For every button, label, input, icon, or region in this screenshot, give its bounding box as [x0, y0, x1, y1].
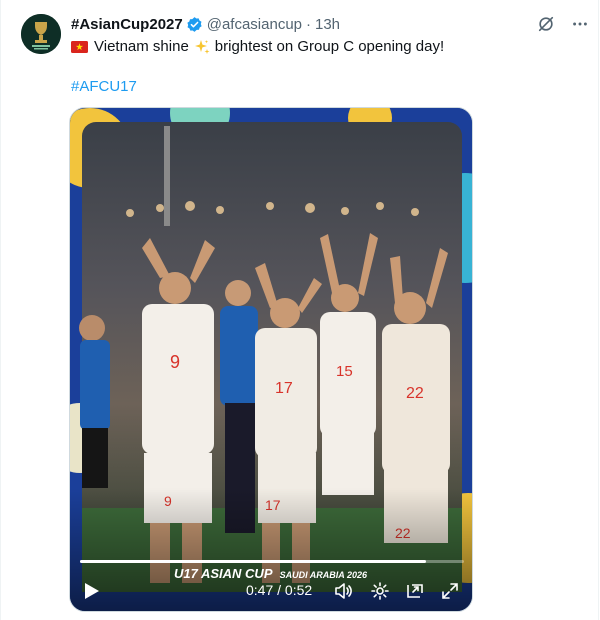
- tweet-text-part: Vietnam shine: [94, 38, 189, 55]
- afc-logo-icon: [21, 14, 61, 54]
- video-scrubber[interactable]: [80, 560, 464, 563]
- svg-text:9: 9: [170, 352, 180, 372]
- svg-text:17: 17: [275, 380, 293, 397]
- tweet-text: Vietnam shine brightest on Group C openi…: [71, 37, 444, 57]
- video-controls: 0:47 / 0:52: [70, 574, 472, 608]
- volume-icon[interactable]: [333, 581, 353, 601]
- current-time: 0:47: [246, 582, 274, 598]
- settings-icon[interactable]: [370, 581, 390, 601]
- svg-text:15: 15: [336, 363, 353, 380]
- video-frame: 9 9 17 17: [70, 108, 472, 611]
- play-icon[interactable]: [84, 582, 100, 600]
- more-icon: [573, 22, 587, 26]
- more-button[interactable]: [570, 14, 590, 34]
- tweet-actions: [536, 14, 590, 34]
- timestamp[interactable]: 13h: [315, 16, 340, 33]
- display-name[interactable]: #AsianCup2027: [71, 16, 183, 33]
- fullscreen-icon[interactable]: [440, 581, 460, 601]
- sparkles-icon: [194, 40, 210, 54]
- hashtag-link[interactable]: #AFCU17: [71, 77, 137, 97]
- grok-icon: [538, 16, 554, 32]
- tweet[interactable]: #AsianCup2027 @afcasiancup · 13h Vietnam…: [0, 0, 600, 620]
- verified-badge-icon: [187, 16, 202, 32]
- avatar[interactable]: [21, 14, 61, 54]
- separator-dot: ·: [306, 15, 311, 33]
- grok-button[interactable]: [536, 14, 556, 34]
- picture-in-picture-icon[interactable]: [405, 581, 425, 601]
- time-separator: /: [273, 582, 285, 598]
- tweet-header: #AsianCup2027 @afcasiancup · 13h: [71, 14, 340, 34]
- video-progress: [80, 560, 426, 563]
- divider: [0, 0, 1, 620]
- duration: 0:52: [284, 582, 313, 598]
- vietnam-flag-icon: [71, 41, 88, 53]
- svg-text:22: 22: [406, 385, 424, 402]
- video-player[interactable]: 9 9 17 17: [69, 107, 473, 612]
- video-timecode: 0:47 / 0:52: [246, 582, 312, 598]
- handle[interactable]: @afcasiancup: [207, 16, 302, 33]
- tweet-text-part: brightest on Group C opening day!: [214, 38, 445, 55]
- divider: [598, 0, 599, 620]
